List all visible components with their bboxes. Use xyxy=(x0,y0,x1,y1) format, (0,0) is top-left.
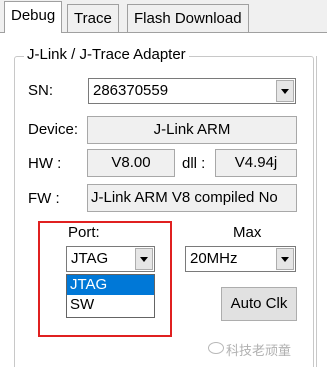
port-option-sw[interactable]: SW xyxy=(67,295,154,315)
chevron-down-icon[interactable] xyxy=(276,248,294,270)
sn-label: SN: xyxy=(28,82,54,99)
watermark-text: 科技老顽童 xyxy=(226,343,292,358)
fw-label: FW : xyxy=(28,190,60,207)
dll-label: dll : xyxy=(182,155,206,172)
sn-value: 286370559 xyxy=(93,82,169,99)
device-label: Device: xyxy=(28,121,79,138)
port-option-jtag[interactable]: JTAG xyxy=(67,275,154,295)
dll-field: V4.94j xyxy=(215,149,297,177)
tab-debug[interactable]: Debug xyxy=(4,1,63,33)
device-field: J-Link ARM xyxy=(87,116,297,144)
max-label: Max xyxy=(233,224,262,241)
tab-flash-download[interactable]: Flash Download xyxy=(127,4,249,32)
sn-select[interactable]: 286370559 xyxy=(88,78,296,104)
hw-field: V8.00 xyxy=(87,149,175,177)
max-clock-value: 20MHz xyxy=(190,250,238,267)
auto-clk-button[interactable]: Auto Clk xyxy=(221,287,297,321)
wechat-icon xyxy=(208,342,224,354)
max-clock-select[interactable]: 20MHz xyxy=(185,246,296,272)
tab-trace[interactable]: Trace xyxy=(67,4,119,32)
chevron-down-icon[interactable] xyxy=(276,80,294,102)
fw-field: J-Link ARM V8 compiled No xyxy=(87,184,297,212)
adapter-group-title: J-Link / J-Trace Adapter xyxy=(24,46,189,63)
port-dropdown-list: JTAG SW xyxy=(66,274,155,318)
panel-divider xyxy=(316,56,317,367)
hw-label: HW : xyxy=(28,155,62,172)
